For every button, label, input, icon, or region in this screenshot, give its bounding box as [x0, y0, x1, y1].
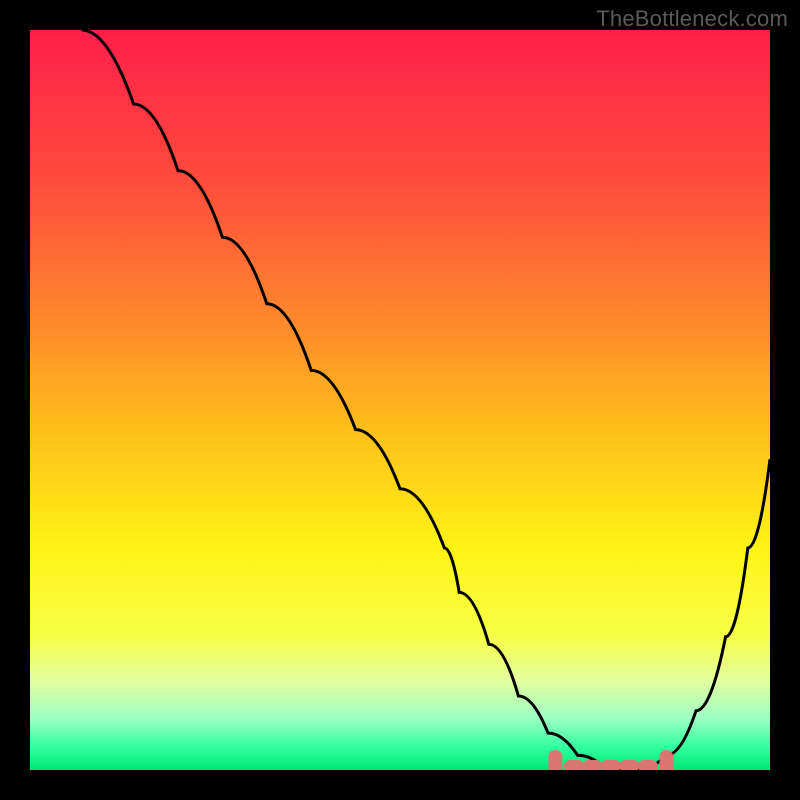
- gradient-background: [30, 30, 770, 770]
- bottleneck-chart: [30, 30, 770, 770]
- plot-area: [30, 30, 770, 770]
- chart-container: TheBottleneck.com: [0, 0, 800, 800]
- watermark-text: TheBottleneck.com: [596, 6, 788, 32]
